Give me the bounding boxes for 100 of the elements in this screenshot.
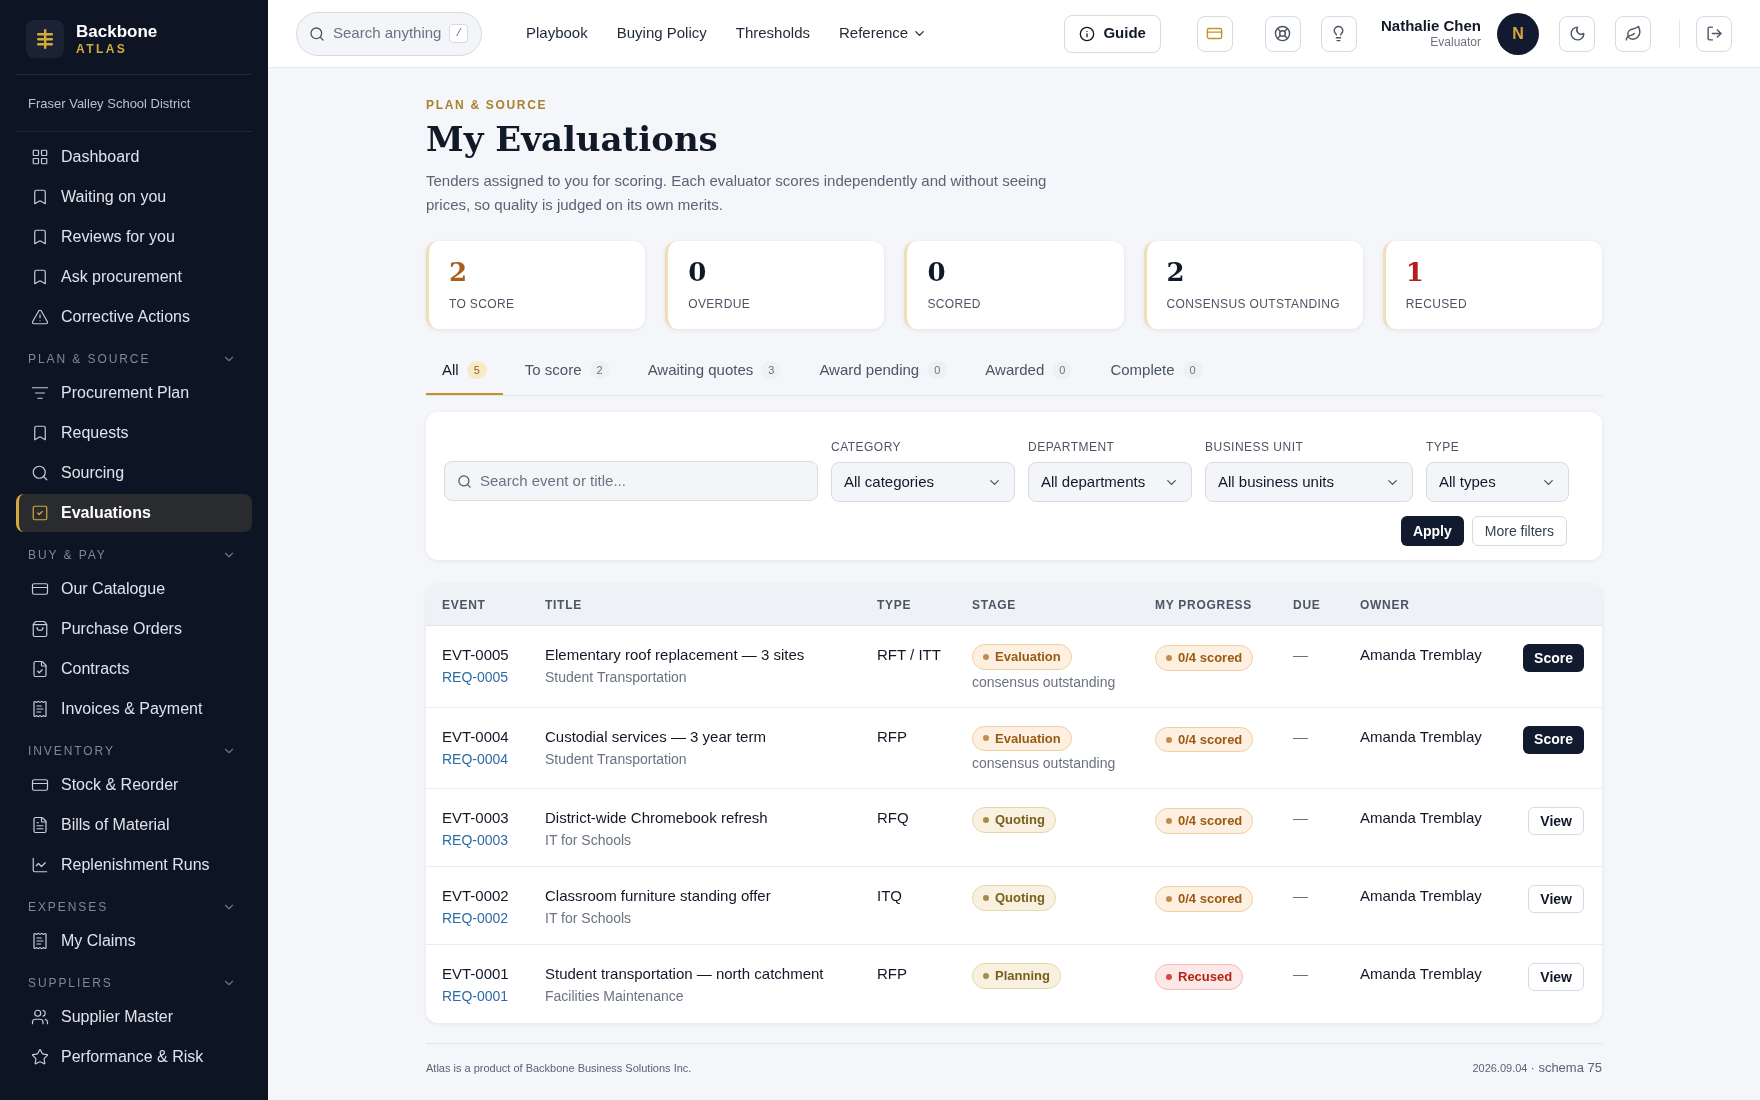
user-avatar[interactable]: N (1497, 12, 1539, 55)
sidebar-item[interactable]: Contracts (16, 650, 252, 688)
nav-link[interactable]: Playbook (526, 22, 588, 45)
request-link[interactable]: REQ-0001 (442, 985, 545, 1007)
event-title: Custodial services — 3 year term (545, 726, 767, 747)
column-header: EVENT (442, 596, 487, 614)
sidebar-item[interactable]: Dashboard (16, 138, 252, 176)
sidebar-item[interactable]: Replenishment Runs (16, 846, 252, 884)
request-link[interactable]: REQ-0005 (442, 666, 545, 688)
department: Student Transportation (545, 668, 688, 687)
stat-value: 0 (688, 258, 708, 285)
filter-tab[interactable]: Awaiting quotes 3 (631, 352, 798, 395)
filter-tab[interactable]: To score 2 (508, 352, 626, 395)
sidebar-item[interactable]: Ask procurement (16, 258, 252, 296)
organization-name: Fraser Valley School District (28, 96, 191, 111)
event-type: RFP (877, 964, 908, 984)
status-badge: Recused (1155, 964, 1244, 990)
nav-link[interactable]: Reference (838, 22, 928, 45)
request-link[interactable]: REQ-0004 (442, 747, 545, 770)
row-action-button[interactable]: View (1528, 807, 1584, 835)
sidebar-item[interactable]: My Claims (16, 922, 252, 960)
row-action-button[interactable]: Score (1523, 644, 1584, 672)
tab-count: 2 (589, 360, 610, 379)
event-title: Classroom furniture standing offer (545, 886, 772, 906)
sidebar-item[interactable]: Bills of Material (16, 806, 252, 844)
filter-label: CATEGORY (831, 439, 903, 456)
event-title: Elementary roof replacement — 3 sites (545, 645, 806, 665)
sidebar-item[interactable]: Procurement Plan (16, 374, 252, 412)
due-date: — (1293, 645, 1309, 665)
event-type: RFQ (877, 808, 910, 828)
section-heading: BUY & PAY (28, 547, 107, 564)
row-action-button[interactable]: Score (1523, 725, 1584, 754)
more-filters-button[interactable]: More filters (1471, 516, 1567, 546)
request-link[interactable]: REQ-0003 (442, 829, 545, 851)
column-header: TITLE (545, 596, 583, 614)
tab-count: 0 (927, 360, 948, 379)
row-action-button[interactable]: View (1528, 963, 1584, 991)
filter-tab[interactable]: Award pending 0 (803, 352, 964, 395)
dropdown[interactable]: All categories (831, 462, 1015, 502)
nav-link[interactable]: Thresholds (735, 22, 810, 45)
stat-label: CONSENSUS OUTSTANDING (1166, 295, 1341, 313)
department: IT for Schools (545, 831, 633, 850)
filter-label: BUSINESS UNIT (1205, 439, 1305, 456)
status-badge: 0/4 scored (1155, 886, 1254, 912)
event-type: RFT / ITT (877, 645, 942, 665)
sidebar-item[interactable]: Purchase Orders (16, 610, 252, 648)
dropdown[interactable]: All departments (1028, 462, 1192, 502)
sidebar-item[interactable]: Invoices & Payment (16, 690, 252, 728)
row-action-button[interactable]: View (1528, 885, 1584, 913)
stat-value: 1 (1405, 258, 1425, 285)
column-header: STAGE (972, 596, 1018, 614)
department: Facilities Maintenance (545, 987, 685, 1006)
sidebar-item[interactable]: Performance & Risk (16, 1038, 252, 1076)
user-name: Nathalie Chen (1380, 16, 1481, 36)
sidebar-item[interactable]: Corrective Actions (16, 298, 252, 336)
guide-button[interactable]: Guide (1064, 14, 1161, 53)
tab-count: 3 (761, 360, 782, 379)
sidebar-item[interactable]: Reviews for you (16, 218, 252, 256)
filter-tab[interactable]: Awarded 0 (969, 352, 1089, 395)
tab-count: 5 (466, 360, 487, 379)
sidebar-item[interactable]: Our Catalogue (16, 570, 252, 608)
dropdown[interactable]: All types (1426, 462, 1569, 502)
owner-name: Amanda Tremblay (1360, 964, 1483, 984)
event-type: ITQ (877, 886, 903, 906)
department: Student Transportation (545, 749, 688, 769)
sidebar-item[interactable]: Stock & Reorder (16, 766, 252, 804)
stat-value: 2 (449, 258, 469, 285)
event-type: RFP (877, 726, 908, 747)
sidebar-item[interactable]: Evaluations (16, 494, 252, 532)
column-header: OWNER (1360, 596, 1411, 614)
sidebar-item[interactable]: Sourcing (16, 454, 252, 492)
event-id: EVT-0001 (442, 964, 510, 984)
sidebar-item[interactable]: Requests (16, 414, 252, 452)
apply-button[interactable]: Apply (1400, 516, 1464, 546)
request-link[interactable]: REQ-0002 (442, 907, 545, 929)
stat-value: 0 (927, 258, 947, 285)
section-heading: INVENTORY (28, 743, 115, 760)
schema-version: · schema 75 (1530, 1059, 1602, 1077)
nav-link[interactable]: Buying Policy (616, 22, 707, 45)
stat-value: 2 (1166, 258, 1186, 285)
footer-text: Atlas is a product of Backbone Business Solutions Inc. (426, 1060, 692, 1076)
owner-name: Amanda Tremblay (1360, 645, 1483, 665)
sidebar-item[interactable]: Waiting on you (16, 178, 252, 216)
tab-count: 0 (1182, 360, 1203, 379)
dropdown[interactable]: All business units (1205, 462, 1413, 502)
status-badge: Evaluation (972, 725, 1072, 751)
search-field[interactable]: Search event or title... (444, 461, 818, 501)
search-field[interactable]: Search anything / (296, 11, 482, 56)
column-header: MY PROGRESS (1155, 596, 1254, 614)
status-badge: 0/4 scored (1155, 808, 1254, 834)
filter-label: DEPARTMENT (1028, 439, 1116, 456)
due-date: — (1293, 886, 1309, 906)
sidebar-item[interactable]: Supplier Master (16, 998, 252, 1036)
stat-label: OVERDUE (688, 295, 752, 313)
owner-name: Amanda Tremblay (1360, 886, 1483, 906)
filter-tab[interactable]: Complete 0 (1094, 352, 1219, 395)
filter-tab[interactable]: All 5 (426, 352, 503, 395)
status-badge: Quoting (972, 885, 1056, 911)
column-header: DUE (1293, 596, 1322, 614)
event-id: EVT-0003 (442, 808, 510, 828)
